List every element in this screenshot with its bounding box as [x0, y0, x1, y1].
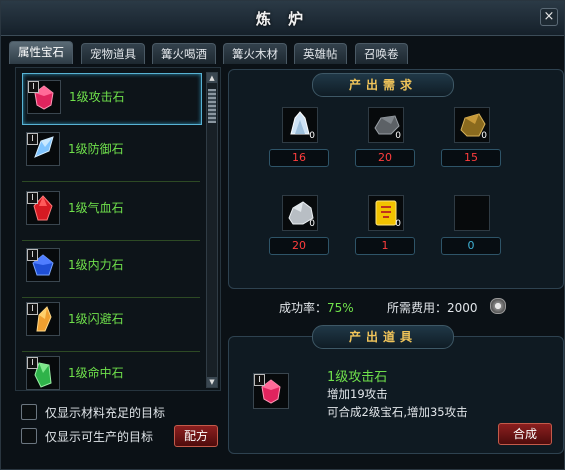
item-label: 1级命中石 — [68, 366, 124, 380]
material-have: 0 — [481, 131, 487, 141]
material-slot[interactable]: 0 20 — [349, 107, 419, 169]
list-scrollbar[interactable]: ▲ ▼ — [206, 72, 218, 388]
material-icon-slot: 0 — [454, 107, 490, 143]
list-item[interactable]: I 1级防御石 — [22, 126, 200, 182]
divider — [22, 240, 200, 241]
window-title: 炼 炉 — [255, 10, 310, 28]
material-need: 20 — [269, 237, 329, 255]
material-slot[interactable]: 0 15 — [435, 107, 505, 169]
tier-badge: I — [28, 81, 39, 93]
list-item[interactable]: I 1级内力石 — [22, 242, 200, 298]
tab-bonfire-wood[interactable]: 篝火木材 — [223, 43, 287, 64]
tier-badge: I — [27, 133, 38, 145]
scroll-up-icon[interactable]: ▲ — [207, 73, 217, 83]
title-bar[interactable]: 炼 炉 × — [1, 1, 564, 36]
item-slot: I — [26, 302, 60, 336]
tab-bonfire-drinks[interactable]: 篝火喝酒 — [152, 43, 216, 64]
output-header: 产出道具 — [312, 325, 454, 349]
tab-pet-items[interactable]: 宠物道具 — [81, 43, 145, 64]
item-slot: I — [26, 356, 60, 390]
compose-button[interactable]: 合成 — [498, 423, 552, 445]
material-icon-slot: 0 — [282, 107, 318, 143]
list-item[interactable]: I 1级攻击石 — [22, 73, 202, 125]
item-slot: I — [26, 132, 60, 166]
material-have: 0 — [309, 219, 315, 229]
requirements-header: 产出需求 — [312, 73, 454, 97]
material-icon-slot: 0 — [368, 107, 404, 143]
recipe-button[interactable]: 配方 — [174, 425, 218, 447]
output-upgrade-line: 可合成2级宝石,增加35攻击 — [327, 405, 468, 419]
list-item[interactable]: I 1级命中石 — [22, 350, 200, 400]
material-icon-slot: 0 — [282, 195, 318, 231]
empty-slot-icon — [454, 195, 490, 231]
checkbox[interactable] — [21, 428, 37, 444]
close-button[interactable]: × — [540, 8, 558, 26]
item-slot: I — [26, 248, 60, 282]
material-need: 16 — [269, 149, 329, 167]
item-slot: I — [26, 191, 60, 225]
divider — [22, 181, 200, 182]
material-need: 15 — [441, 149, 501, 167]
requirements-title: 产出需求 — [348, 78, 417, 92]
success-rate-value: 75% — [327, 301, 354, 315]
success-rate-label: 成功率： — [279, 301, 328, 315]
list-item[interactable]: I 1级闪避石 — [22, 296, 200, 352]
output-title: 产出道具 — [348, 330, 417, 344]
item-label: 1级内力石 — [68, 258, 124, 272]
material-icon-slot: 0 — [368, 195, 404, 231]
checkbox-label: 仅显示可生产的目标 — [45, 430, 154, 444]
material-slot[interactable]: 0 20 — [263, 195, 333, 257]
output-item-name: 1级攻击石 — [327, 370, 388, 385]
material-need: 1 — [355, 237, 415, 255]
tier-badge: I — [27, 249, 38, 261]
recipe-list: I 1级攻击石 I 1级防御石 I 1级气血石 I 1级内力石 I 1级闪避石 … — [15, 67, 221, 391]
cost-value: 2000 — [447, 301, 478, 315]
item-label: 1级防御石 — [68, 142, 124, 156]
required-cost: 所需费用：2000 — [387, 299, 478, 316]
material-have: 0 — [309, 131, 315, 141]
item-slot: I — [27, 80, 61, 114]
material-have: 0 — [395, 131, 401, 141]
output-item-slot[interactable]: I — [253, 373, 289, 409]
output-effect-line: 增加19攻击 — [327, 387, 388, 401]
tier-badge: I — [254, 374, 265, 386]
item-label: 1级攻击石 — [69, 90, 125, 104]
tab-gem-attributes[interactable]: 属性宝石 — [9, 41, 73, 64]
tab-summon-scroll[interactable]: 召唤卷 — [355, 43, 408, 64]
furnace-window: 炼 炉 × 属性宝石 宠物道具 篝火喝酒 篝火木材 英雄帖 召唤卷 I 1级攻击… — [0, 0, 565, 470]
success-rate: 成功率：75% — [279, 299, 354, 316]
checkbox-label: 仅显示材料充足的目标 — [45, 406, 166, 420]
cost-label: 所需费用： — [387, 301, 448, 315]
list-item[interactable]: I 1级气血石 — [22, 185, 200, 241]
material-need: 0 — [441, 237, 501, 255]
scroll-down-icon[interactable]: ▼ — [207, 377, 217, 387]
item-label: 1级闪避石 — [68, 312, 124, 326]
tier-badge: I — [27, 357, 38, 369]
tier-badge: I — [27, 303, 38, 315]
checkbox[interactable] — [21, 404, 37, 420]
item-label: 1级气血石 — [68, 201, 124, 215]
tab-hero-invite[interactable]: 英雄帖 — [294, 43, 347, 64]
material-have: 0 — [395, 219, 401, 229]
tier-badge: I — [27, 192, 38, 204]
material-slot[interactable]: 0 1 — [349, 195, 419, 257]
material-slot[interactable]: 0 16 — [263, 107, 333, 169]
scroll-thumb[interactable] — [208, 89, 216, 123]
material-need: 20 — [355, 149, 415, 167]
silver-coin-icon — [490, 298, 506, 314]
material-slot[interactable]: 0 — [435, 195, 505, 257]
